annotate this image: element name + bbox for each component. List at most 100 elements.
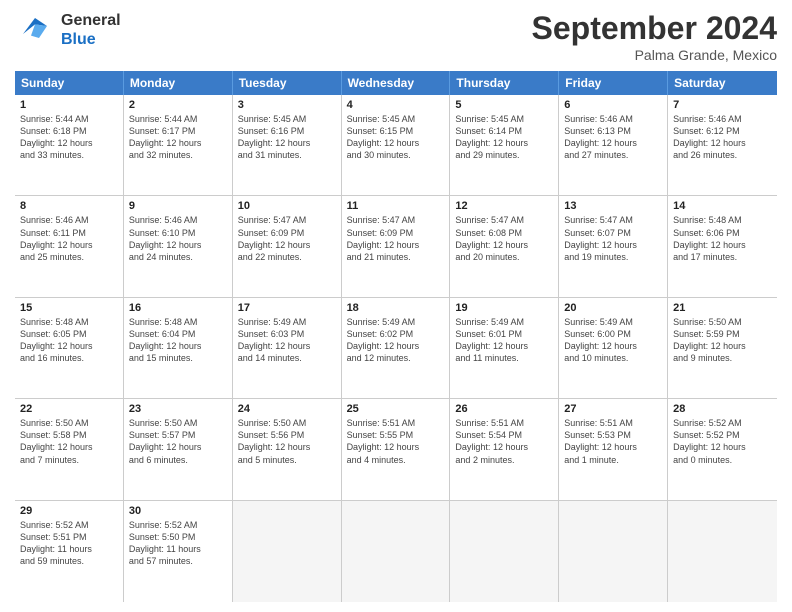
day-details-9: Sunrise: 5:46 AM Sunset: 6:10 PM Dayligh…	[129, 214, 227, 263]
day-number-24: 24	[238, 403, 336, 415]
day-cell-8: 8Sunrise: 5:46 AM Sunset: 6:11 PM Daylig…	[15, 196, 124, 296]
day-details-10: Sunrise: 5:47 AM Sunset: 6:09 PM Dayligh…	[238, 214, 336, 263]
header-monday: Monday	[124, 71, 233, 95]
day-number-14: 14	[673, 200, 772, 212]
day-number-29: 29	[20, 505, 118, 517]
day-details-5: Sunrise: 5:45 AM Sunset: 6:14 PM Dayligh…	[455, 113, 553, 162]
day-details-29: Sunrise: 5:52 AM Sunset: 5:51 PM Dayligh…	[20, 519, 118, 568]
day-cell-4: 4 Sunrise: 5:45 AM Sunset: 6:15 PM Daylig…	[342, 95, 451, 195]
day-details-21: Sunrise: 5:50 AM Sunset: 5:59 PM Dayligh…	[673, 316, 772, 365]
day-number-30: 30	[129, 505, 227, 517]
location: Palma Grande, Mexico	[532, 47, 777, 63]
day-details-6: Sunrise: 5:46 AM Sunset: 6:13 PM Dayligh…	[564, 113, 662, 162]
day-details-12: Sunrise: 5:47 AM Sunset: 6:08 PM Dayligh…	[455, 214, 553, 263]
day-number-22: 22	[20, 403, 118, 415]
day-details-1: Sunrise: 5:44 AM Sunset: 6:18 PM Dayligh…	[20, 113, 118, 162]
day-number-20: 20	[564, 302, 662, 314]
day-number-5: 5	[455, 99, 553, 111]
day-details-28: Sunrise: 5:52 AM Sunset: 5:52 PM Dayligh…	[673, 417, 772, 466]
day-details-14: Sunrise: 5:48 AM Sunset: 6:06 PM Dayligh…	[673, 214, 772, 263]
day-cell-17: 17 Sunrise: 5:49 AM Sunset: 6:03 PM Dayli…	[233, 298, 342, 398]
day-cell-25: 25 Sunrise: 5:51 AM Sunset: 5:55 PM Dayli…	[342, 399, 451, 499]
header-thursday: Thursday	[450, 71, 559, 95]
day-details-22: Sunrise: 5:50 AM Sunset: 5:58 PM Dayligh…	[20, 417, 118, 466]
day-number-2: 2	[129, 99, 227, 111]
day-number-6: 6	[564, 99, 662, 111]
week-row-2: 8Sunrise: 5:46 AM Sunset: 6:11 PM Daylig…	[15, 196, 777, 297]
day-number-16: 16	[129, 302, 227, 314]
logo-text: General Blue	[61, 11, 121, 49]
day-cell-30: 30 Sunrise: 5:52 AM Sunset: 5:50 PM Dayli…	[124, 501, 233, 602]
day-cell-24: 24 Sunrise: 5:50 AM Sunset: 5:56 PM Dayli…	[233, 399, 342, 499]
calendar: Sunday Monday Tuesday Wednesday Thursday…	[15, 71, 777, 602]
day-number-7: 7	[673, 99, 772, 111]
day-details-3: Sunrise: 5:45 AM Sunset: 6:16 PM Dayligh…	[238, 113, 336, 162]
empty-cell	[450, 501, 559, 602]
day-cell-27: 27 Sunrise: 5:51 AM Sunset: 5:53 PM Dayli…	[559, 399, 668, 499]
day-details-19: Sunrise: 5:49 AM Sunset: 6:01 PM Dayligh…	[455, 316, 553, 365]
day-cell-11: 11Sunrise: 5:47 AM Sunset: 6:09 PM Dayli…	[342, 196, 451, 296]
day-cell-22: 22 Sunrise: 5:50 AM Sunset: 5:58 PM Dayli…	[15, 399, 124, 499]
day-details-16: Sunrise: 5:48 AM Sunset: 6:04 PM Dayligh…	[129, 316, 227, 365]
day-number-1: 1	[20, 99, 118, 111]
header-sunday: Sunday	[15, 71, 124, 95]
day-number-13: 13	[564, 200, 662, 212]
calendar-header: Sunday Monday Tuesday Wednesday Thursday…	[15, 71, 777, 95]
day-number-19: 19	[455, 302, 553, 314]
day-cell-15: 15 Sunrise: 5:48 AM Sunset: 6:05 PM Dayli…	[15, 298, 124, 398]
day-cell-3: 3 Sunrise: 5:45 AM Sunset: 6:16 PM Daylig…	[233, 95, 342, 195]
empty-cell	[559, 501, 668, 602]
day-details-20: Sunrise: 5:49 AM Sunset: 6:00 PM Dayligh…	[564, 316, 662, 365]
day-cell-5: 5 Sunrise: 5:45 AM Sunset: 6:14 PM Daylig…	[450, 95, 559, 195]
header-tuesday: Tuesday	[233, 71, 342, 95]
empty-cell	[342, 501, 451, 602]
month-title: September 2024	[532, 10, 777, 47]
day-details-2: Sunrise: 5:44 AM Sunset: 6:17 PM Dayligh…	[129, 113, 227, 162]
day-cell-7: 7 Sunrise: 5:46 AM Sunset: 6:12 PM Daylig…	[668, 95, 777, 195]
title-section: September 2024 Palma Grande, Mexico	[532, 10, 777, 63]
day-cell-6: 6 Sunrise: 5:46 AM Sunset: 6:13 PM Daylig…	[559, 95, 668, 195]
day-details-25: Sunrise: 5:51 AM Sunset: 5:55 PM Dayligh…	[347, 417, 445, 466]
logo: General Blue	[15, 10, 121, 50]
day-number-26: 26	[455, 403, 553, 415]
day-details-15: Sunrise: 5:48 AM Sunset: 6:05 PM Dayligh…	[20, 316, 118, 365]
header-wednesday: Wednesday	[342, 71, 451, 95]
day-cell-14: 14 Sunrise: 5:48 AM Sunset: 6:06 PM Dayli…	[668, 196, 777, 296]
day-cell-2: 2 Sunrise: 5:44 AM Sunset: 6:17 PM Daylig…	[124, 95, 233, 195]
day-number-9: 9	[129, 200, 227, 212]
day-number-3: 3	[238, 99, 336, 111]
day-details-27: Sunrise: 5:51 AM Sunset: 5:53 PM Dayligh…	[564, 417, 662, 466]
day-cell-18: 18Sunrise: 5:49 AM Sunset: 6:02 PM Dayli…	[342, 298, 451, 398]
day-number-25: 25	[347, 403, 445, 415]
day-cell-13: 13Sunrise: 5:47 AM Sunset: 6:07 PM Dayli…	[559, 196, 668, 296]
day-number-4: 4	[347, 99, 445, 111]
logo-line1: General	[61, 11, 121, 30]
week-row-3: 15 Sunrise: 5:48 AM Sunset: 6:05 PM Dayli…	[15, 298, 777, 399]
day-number-18: 18	[347, 302, 445, 314]
day-number-28: 28	[673, 403, 772, 415]
header-friday: Friday	[559, 71, 668, 95]
day-cell-16: 16 Sunrise: 5:48 AM Sunset: 6:04 PM Dayli…	[124, 298, 233, 398]
day-cell-10: 10Sunrise: 5:47 AM Sunset: 6:09 PM Dayli…	[233, 196, 342, 296]
day-number-17: 17	[238, 302, 336, 314]
empty-cell	[233, 501, 342, 602]
day-number-27: 27	[564, 403, 662, 415]
day-cell-19: 19 Sunrise: 5:49 AM Sunset: 6:01 PM Dayli…	[450, 298, 559, 398]
day-cell-20: 20 Sunrise: 5:49 AM Sunset: 6:00 PM Dayli…	[559, 298, 668, 398]
day-details-7: Sunrise: 5:46 AM Sunset: 6:12 PM Dayligh…	[673, 113, 772, 162]
day-cell-28: 28 Sunrise: 5:52 AM Sunset: 5:52 PM Dayli…	[668, 399, 777, 499]
day-cell-21: 21Sunrise: 5:50 AM Sunset: 5:59 PM Dayli…	[668, 298, 777, 398]
day-cell-1: 1 Sunrise: 5:44 AM Sunset: 6:18 PM Daylig…	[15, 95, 124, 195]
day-details-17: Sunrise: 5:49 AM Sunset: 6:03 PM Dayligh…	[238, 316, 336, 365]
day-number-11: 11	[347, 200, 445, 212]
day-details-4: Sunrise: 5:45 AM Sunset: 6:15 PM Dayligh…	[347, 113, 445, 162]
day-details-23: Sunrise: 5:50 AM Sunset: 5:57 PM Dayligh…	[129, 417, 227, 466]
day-number-15: 15	[20, 302, 118, 314]
day-details-30: Sunrise: 5:52 AM Sunset: 5:50 PM Dayligh…	[129, 519, 227, 568]
day-details-26: Sunrise: 5:51 AM Sunset: 5:54 PM Dayligh…	[455, 417, 553, 466]
logo-icon	[15, 10, 55, 50]
day-details-24: Sunrise: 5:50 AM Sunset: 5:56 PM Dayligh…	[238, 417, 336, 466]
week-row-5: 29 Sunrise: 5:52 AM Sunset: 5:51 PM Dayli…	[15, 501, 777, 602]
day-number-8: 8	[20, 200, 118, 212]
week-row-4: 22 Sunrise: 5:50 AM Sunset: 5:58 PM Dayli…	[15, 399, 777, 500]
